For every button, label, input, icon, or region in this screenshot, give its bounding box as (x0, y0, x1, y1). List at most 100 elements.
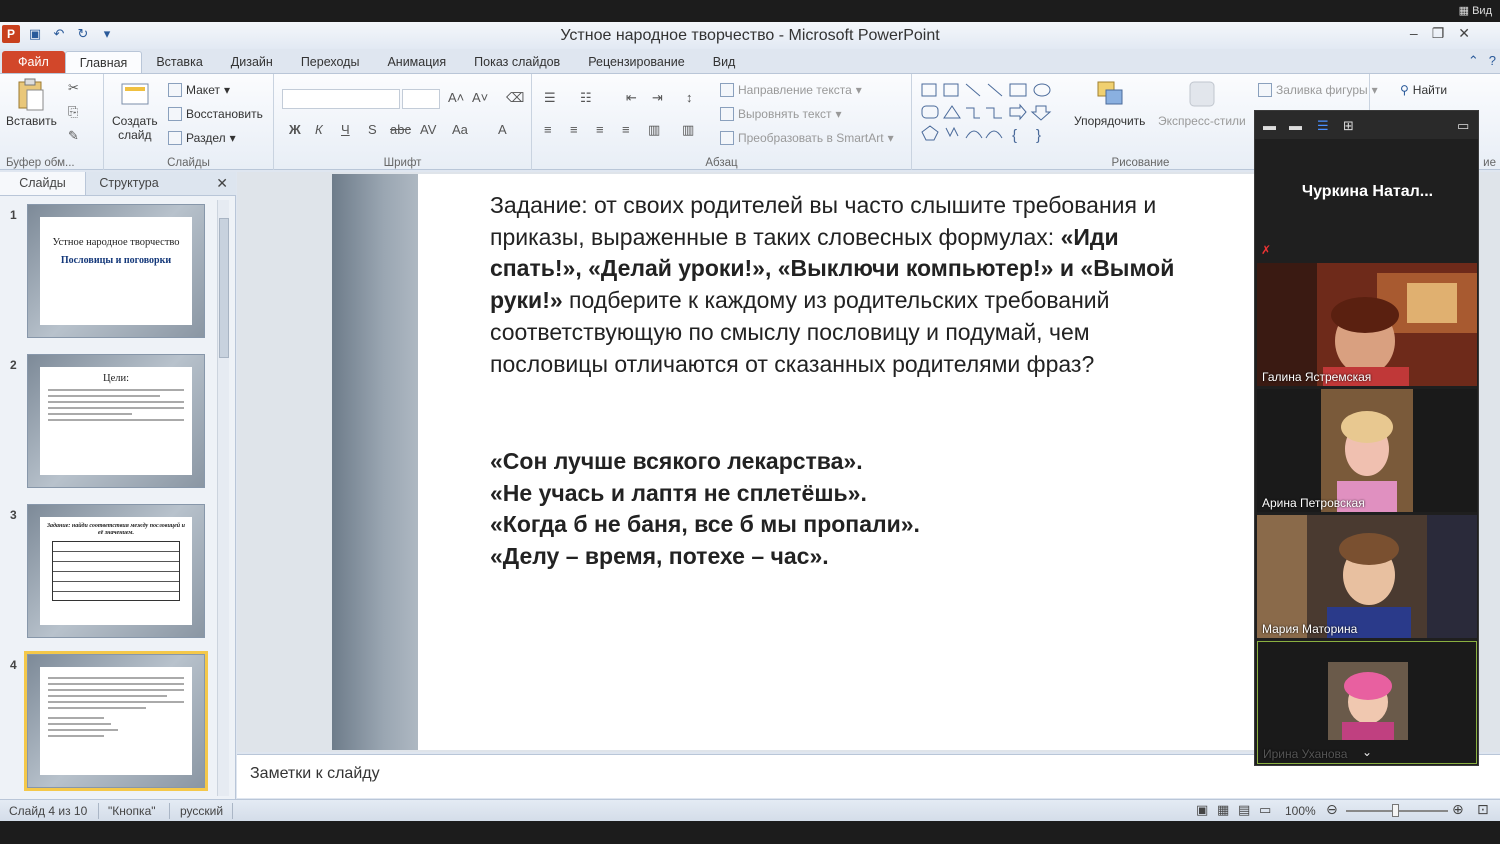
current-slide[interactable]: Задание: от своих родителей вы часто слы… (332, 174, 1332, 750)
layout-button[interactable]: Макет ▾ (168, 83, 230, 97)
paste-icon (18, 78, 44, 111)
tab-transitions[interactable]: Переходы (287, 51, 374, 73)
shape-fill-button[interactable]: Заливка фигуры ▾ (1258, 83, 1378, 97)
shadow-button[interactable]: S (368, 122, 377, 137)
slides-pane-scrollbar[interactable] (217, 200, 229, 796)
thumb-paper: Цели: (40, 367, 192, 475)
numbering-icon[interactable]: ☷ (580, 90, 592, 106)
bullets-icon[interactable]: ☰ (544, 90, 556, 106)
line-spacing-icon[interactable]: ↕ (686, 90, 693, 105)
thumb-text-lines (46, 677, 186, 737)
participant-tile[interactable]: Арина Петровская (1257, 389, 1477, 512)
zoom-view-label: Вид (1472, 5, 1492, 17)
screen-top-bar: ▦ Вид (0, 0, 1500, 22)
find-button[interactable]: ⚲ Найти (1400, 83, 1447, 97)
clipboard-group-label: Буфер обм... (6, 157, 75, 169)
align-left-icon[interactable]: ≡ (544, 122, 552, 137)
align-right-icon[interactable]: ≡ (596, 122, 604, 137)
format-painter-icon[interactable]: ✎ (68, 128, 79, 144)
exit-panel-icon[interactable]: ▭ (1457, 118, 1469, 134)
group-paragraph: ☰ ☷ ⇤ ⇥ ↕ ≡ ≡ ≡ ≡ ▥ ▥ Направление текста… (532, 74, 912, 170)
hide-video-icon[interactable]: ▬ (1289, 118, 1302, 133)
tab-file[interactable]: Файл (2, 51, 65, 73)
participant-tile[interactable]: Мария Маторина (1257, 515, 1477, 638)
thumb-title: Задание: найди соответствия между послов… (47, 523, 185, 536)
language-indicator[interactable]: русский (180, 804, 223, 818)
participant-tile[interactable]: Галина Ястремская (1257, 263, 1477, 386)
font-size-combo[interactable] (402, 89, 440, 109)
quick-styles-button[interactable]: Экспресс-стили (1158, 78, 1246, 128)
video-call-panel: ▬ ▬ ☰ ⊞ ▭ Чуркина Натал... ✗ Галина Ястр… (1254, 110, 1479, 766)
zoom-out-icon[interactable]: ⊖ (1326, 801, 1338, 818)
increase-indent-icon[interactable]: ⇥ (652, 90, 663, 106)
help-icon[interactable]: ? (1489, 53, 1496, 69)
distributed-icon[interactable]: ▥ (648, 122, 660, 138)
tab-animation[interactable]: Анимация (373, 51, 460, 73)
proverbs-list[interactable]: «Сон лучше всякого лекарства». «Не учась… (490, 446, 920, 572)
underline-button[interactable]: Ч (341, 122, 350, 137)
section-button[interactable]: Раздел ▾ (168, 131, 236, 145)
normal-view-icon[interactable]: ▣ (1196, 802, 1208, 818)
speaker-view-icon[interactable]: ☰ (1317, 118, 1329, 134)
slide-thumbnail-2[interactable]: Цели: (27, 354, 205, 488)
close-icon[interactable]: ✕ (1458, 25, 1470, 42)
slides-pane-tabs: Слайды Структура ✕ (0, 172, 236, 196)
smartart-button[interactable]: Преобразовать в SmartArt ▾ (720, 131, 894, 145)
chevron-down-icon[interactable]: ⌄ (1362, 745, 1372, 759)
zoom-level[interactable]: 100% (1285, 804, 1316, 818)
bold-button[interactable]: Ж (289, 122, 301, 137)
tab-design[interactable]: Дизайн (217, 51, 287, 73)
align-text-icon (720, 107, 734, 121)
zoom-view-button[interactable]: ▦ Вид (1459, 4, 1492, 17)
align-text-button[interactable]: Выровнять текст ▾ (720, 107, 842, 121)
fit-slide-icon[interactable]: ⊡ (1477, 801, 1489, 818)
text-direction-button[interactable]: Направление текста ▾ (720, 83, 862, 97)
arrange-button[interactable]: Упорядочить (1074, 78, 1145, 128)
cut-icon[interactable]: ✂ (68, 80, 79, 96)
slide-thumbnail-4[interactable] (24, 651, 208, 791)
collapse-ribbon-icon[interactable]: ⌃ (1468, 53, 1479, 69)
tab-home[interactable]: Главная (64, 51, 143, 73)
quick-styles-icon (1189, 81, 1215, 107)
shapes-gallery-icon[interactable]: { } (920, 80, 1062, 146)
align-center-icon[interactable]: ≡ (570, 122, 578, 137)
restore-icon[interactable]: ❐ (1432, 25, 1445, 42)
font-color-button[interactable]: A (498, 122, 507, 137)
minimize-panel-icon[interactable]: ▬ (1263, 118, 1276, 133)
tab-slideshow[interactable]: Показ слайдов (460, 51, 574, 73)
task-text[interactable]: Задание: от своих родителей вы часто слы… (490, 190, 1210, 380)
slide-thumbnail-3[interactable]: Задание: найди соответствия между послов… (27, 504, 205, 638)
paste-button[interactable]: Вставить (6, 78, 57, 128)
participant-tile[interactable]: Ирина Уханова ⌄ (1257, 641, 1477, 764)
slide-decor-band (332, 174, 418, 750)
columns-icon[interactable]: ▥ (682, 122, 694, 138)
zoom-slider-thumb[interactable] (1392, 804, 1399, 817)
reset-button[interactable]: Восстановить (168, 107, 263, 121)
tab-outline[interactable]: Структура (86, 172, 172, 195)
strikethrough-button[interactable]: abc (390, 122, 411, 137)
clear-format-icon[interactable]: ⌫ (506, 90, 524, 106)
tab-slides[interactable]: Слайды (0, 172, 86, 195)
new-slide-button[interactable]: Создать слайд (112, 78, 158, 142)
justify-icon[interactable]: ≡ (622, 122, 630, 137)
spacing-icon[interactable]: AV (420, 122, 436, 137)
close-pane-icon[interactable]: ✕ (216, 175, 228, 192)
decrease-indent-icon[interactable]: ⇤ (626, 90, 637, 106)
minimize-icon[interactable]: – (1410, 25, 1418, 42)
gallery-view-icon[interactable]: ⊞ (1343, 118, 1354, 134)
change-case-button[interactable]: Aa (452, 122, 468, 137)
tab-review[interactable]: Рецензирование (574, 51, 699, 73)
tab-insert[interactable]: Вставка (142, 51, 216, 73)
slideshow-view-icon[interactable]: ▭ (1259, 802, 1271, 818)
reading-view-icon[interactable]: ▤ (1238, 802, 1250, 818)
slide-thumbnail-1[interactable]: Устное народное творчество Пословицы и п… (27, 204, 205, 338)
font-name-combo[interactable] (282, 89, 400, 109)
copy-icon[interactable]: ⎘ (68, 104, 78, 120)
shrink-font-icon[interactable]: A˅ (472, 90, 488, 105)
grow-font-icon[interactable]: A˄ (448, 90, 464, 105)
italic-button[interactable]: К (315, 122, 323, 137)
tab-view[interactable]: Вид (699, 51, 750, 73)
slide-sorter-icon[interactable]: ▦ (1217, 802, 1229, 818)
zoom-in-icon[interactable]: ⊕ (1452, 801, 1464, 818)
scroll-thumb[interactable] (219, 218, 229, 358)
